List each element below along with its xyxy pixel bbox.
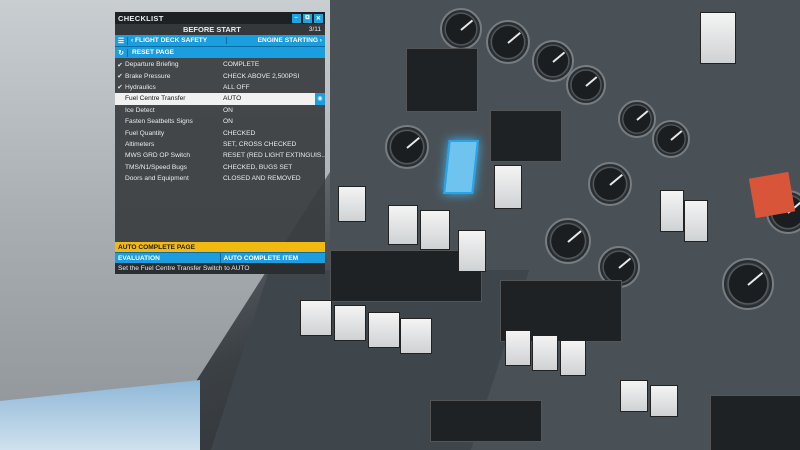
item-value: ALL OFF — [223, 83, 250, 91]
fuel-temp-gauge — [385, 125, 429, 169]
electric-gauge-2 — [652, 120, 690, 158]
reset-page-button[interactable]: ↻ RESET PAGE — [115, 46, 325, 58]
close-icon[interactable]: ✕ — [314, 13, 323, 23]
eng-switch-top — [700, 12, 736, 64]
item-value: ON — [223, 106, 233, 114]
next-page-label: ENGINE STARTING — [257, 37, 318, 44]
page-navigation: ☰ ‹ FLIGHT DECK SAFETY ENGINE STARTING › — [115, 35, 325, 46]
item-label: Fuel Centre Transfer — [125, 95, 186, 103]
checklist-item[interactable]: ✔ Departure Briefing COMPLETE — [115, 59, 325, 70]
window-title: CHECKLIST — [118, 13, 164, 23]
item-label: Fasten Seatbelts Signs — [125, 118, 193, 126]
item-value: RESET (RED LIGHT EXTINGUIS... — [223, 152, 325, 160]
stby-pump-switch — [338, 186, 366, 222]
item-label: Fuel Quantity — [125, 129, 165, 137]
checklist-item[interactable]: Fasten Seatbelts Signs ON — [115, 116, 325, 127]
engine-gauge-3 — [722, 258, 774, 310]
ac-switch-2 — [532, 335, 558, 371]
fuel-gauge-4 — [566, 65, 606, 105]
engine-gauge-1 — [545, 218, 591, 264]
reset-page-label: RESET PAGE — [132, 49, 175, 56]
page-header: BEFORE START 3/11 — [115, 24, 325, 35]
r-stby-pump-switch — [458, 230, 486, 272]
checklist-items: ✔ Departure Briefing COMPLETE ✔ Brake Pr… — [115, 59, 325, 184]
reset-icon: ↻ — [115, 48, 128, 57]
item-label: Departure Briefing — [125, 61, 179, 69]
prev-page-button[interactable]: ‹ FLIGHT DECK SAFETY — [128, 37, 226, 44]
checklist-item-active[interactable]: Fuel Centre Transfer AUTO ◉ — [115, 93, 325, 105]
eye-icon[interactable]: ◉ — [315, 93, 325, 105]
annunciator-block-5 — [430, 400, 542, 442]
annunciator-block-6 — [710, 395, 800, 450]
item-value: ON — [223, 118, 233, 126]
l-inner-pump-switch — [334, 305, 366, 341]
item-label: Altimeters — [125, 140, 155, 148]
check-icon: ✔ — [117, 84, 123, 92]
auto-complete-page-button[interactable]: AUTO COMPLETE PAGE — [115, 242, 325, 253]
hint-text: Set the Fuel Centre Transfer Switch to A… — [115, 263, 325, 275]
auto-complete-item-button[interactable]: AUTO COMPLETE ITEM — [219, 253, 326, 264]
item-label: Ice Detect — [125, 106, 155, 114]
undock-icon[interactable]: ⧉ — [303, 13, 312, 23]
item-label: Brake Pressure — [125, 72, 171, 80]
item-value: CHECK ABOVE 2,500PSI — [223, 72, 300, 80]
engine-bottom-switch-2 — [650, 385, 678, 417]
fuel-gauge-1 — [440, 8, 482, 50]
checklist-item[interactable]: Altimeters SET, CROSS CHECKED — [115, 139, 325, 150]
l-outer-pump-switch — [300, 300, 332, 336]
common-feed-switch-r — [420, 210, 450, 250]
checklist-item[interactable]: ✔ Hydraulics ALL OFF — [115, 82, 325, 93]
common-feed-switch-l — [388, 205, 418, 245]
engine-bottom-switch-1 — [620, 380, 648, 412]
checklist-empty-space — [115, 184, 325, 242]
r-inner-pump-switch — [368, 312, 400, 348]
item-value: COMPLETE — [223, 61, 260, 69]
check-icon: ✔ — [117, 73, 123, 81]
ac-switch-3 — [560, 340, 586, 376]
x-feed-switch — [494, 165, 522, 209]
prev-page-label: FLIGHT DECK SAFETY — [135, 37, 208, 44]
batt-switch-2 — [684, 200, 708, 242]
checklist-panel: CHECKLIST – ⧉ ✕ BEFORE START 3/11 ☰ ‹ FL… — [115, 12, 326, 275]
item-value: CHECKED, BUGS SET — [223, 163, 293, 171]
item-value: AUTO — [223, 95, 242, 103]
checklist-item[interactable]: Doors and Equipment CLOSED AND REMOVED — [115, 173, 325, 184]
item-label: MWS GRD OP Switch — [125, 152, 191, 160]
checklist-item[interactable]: TMS/N1/Speed Bugs CHECKED, BUGS SET — [115, 162, 325, 173]
checklist-item[interactable]: Ice Detect ON — [115, 105, 325, 116]
ctr-tank-transfer-switch — [443, 140, 479, 194]
item-value: CLOSED AND REMOVED — [223, 175, 301, 183]
item-value: CHECKED — [223, 129, 256, 137]
checklist-titlebar[interactable]: CHECKLIST – ⧉ ✕ — [115, 12, 325, 24]
evaluation-button[interactable]: EVALUATION — [115, 253, 220, 263]
ac-gauge — [588, 162, 632, 206]
annunciator-block-1 — [406, 48, 478, 112]
checklist-item[interactable]: MWS GRD OP Switch RESET (RED LIGHT EXTIN… — [115, 150, 325, 161]
item-value: SET, CROSS CHECKED — [223, 140, 297, 148]
page-title: BEFORE START — [183, 25, 241, 34]
batt-switch-1 — [660, 190, 684, 232]
next-page-button[interactable]: ENGINE STARTING › — [226, 37, 325, 44]
item-label: Doors and Equipment — [125, 175, 189, 183]
item-label: Hydraulics — [125, 83, 156, 91]
annunciator-block-2 — [490, 110, 562, 162]
menu-icon[interactable]: ☰ — [115, 36, 128, 45]
r-outer-pump-switch — [400, 318, 432, 354]
checklist-item[interactable]: Fuel Quantity CHECKED — [115, 127, 325, 138]
minimize-icon[interactable]: – — [292, 13, 301, 23]
guard-cover — [748, 171, 796, 219]
electric-gauge-1 — [618, 100, 656, 138]
item-label: TMS/N1/Speed Bugs — [125, 163, 187, 171]
page-counter: 3/11 — [308, 26, 321, 33]
check-icon: ✔ — [117, 61, 123, 69]
checklist-item[interactable]: ✔ Brake Pressure CHECK ABOVE 2,500PSI — [115, 70, 325, 81]
ac-switch-1 — [505, 330, 531, 366]
fuel-gauge-2 — [486, 20, 530, 64]
evaluation-bar: EVALUATION AUTO COMPLETE ITEM — [115, 252, 326, 264]
